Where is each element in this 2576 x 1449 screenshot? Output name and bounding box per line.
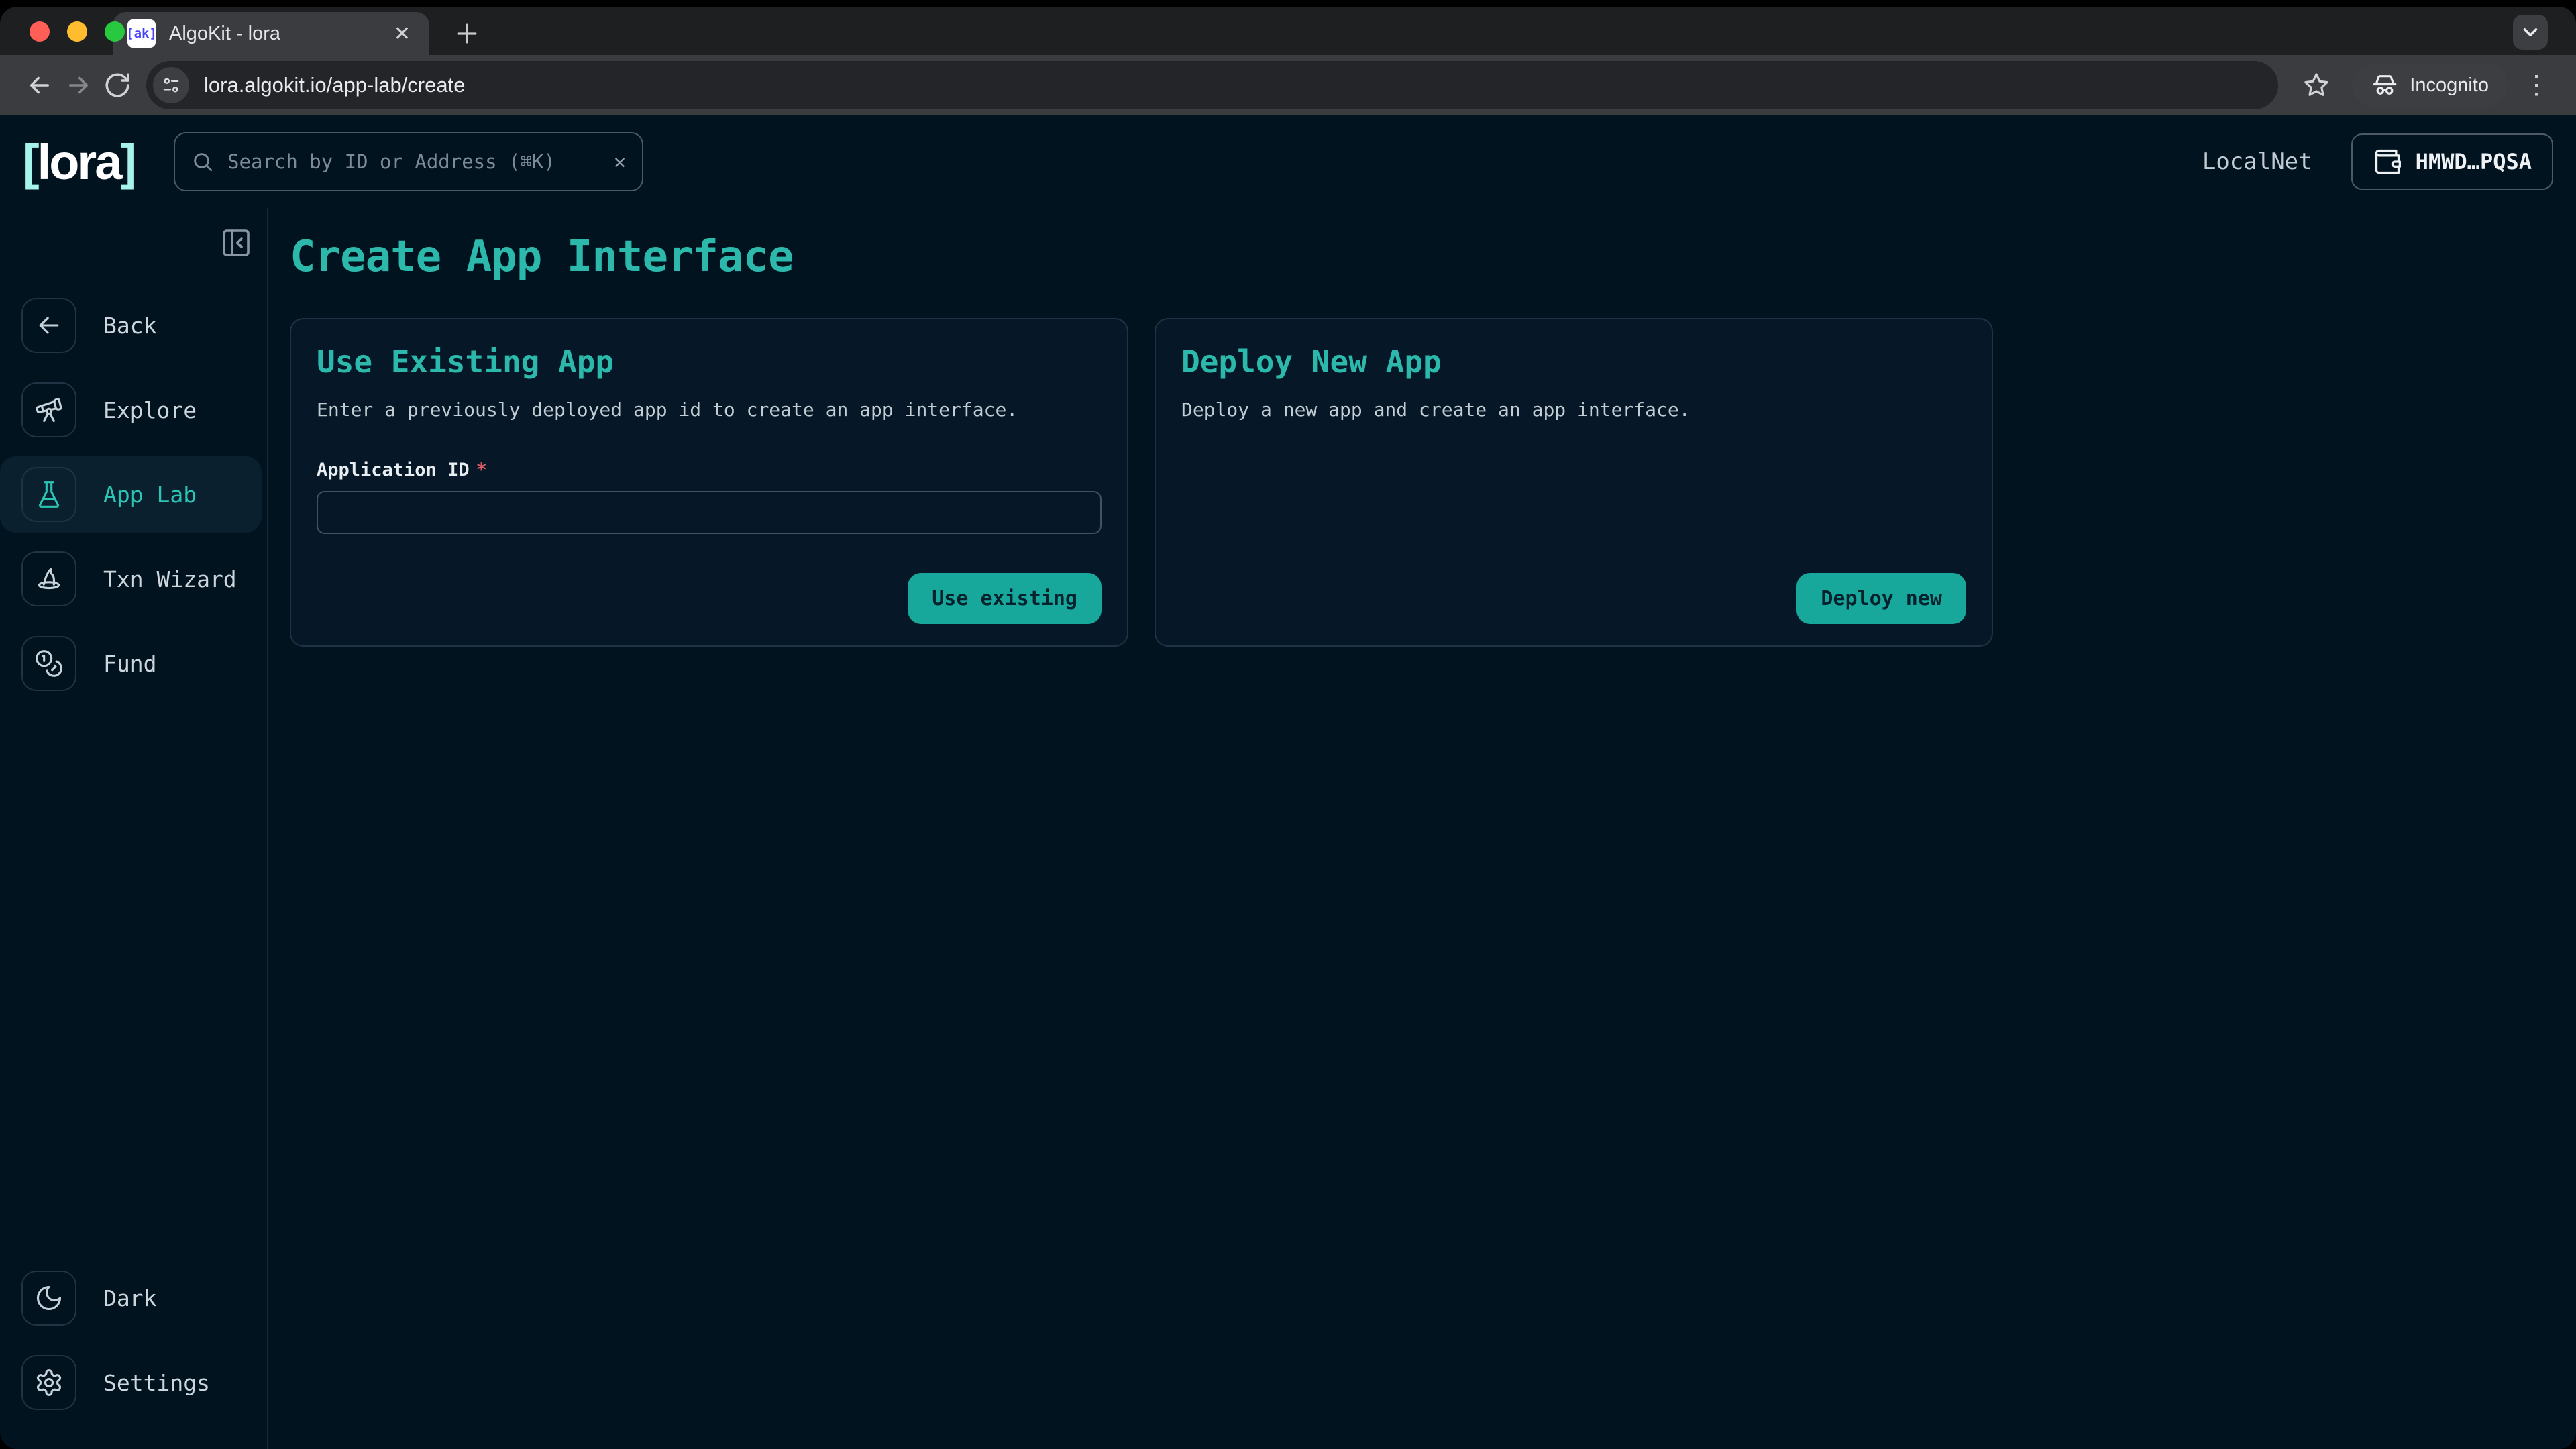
back-button[interactable] (20, 66, 59, 105)
wallet-icon (2373, 147, 2402, 176)
chevron-down-icon (2519, 21, 2542, 44)
search-clear-icon[interactable]: ✕ (614, 150, 626, 174)
sidebar-item-label: Dark (103, 1285, 156, 1311)
wizard-hat-icon (21, 551, 76, 606)
use-existing-app-card: Use Existing App Enter a previously depl… (290, 318, 1128, 647)
tab-favicon: [ak] (127, 19, 156, 48)
flask-icon (21, 467, 76, 522)
incognito-badge: Incognito (2352, 64, 2508, 107)
app-header: [lora] ✕ LocalNet HMWD…PQSA (0, 115, 2576, 208)
browser-tab[interactable]: [ak] AlgoKit - lora ✕ (113, 12, 429, 55)
card-footer: Use existing (317, 573, 1102, 624)
sidebar-item-theme-dark[interactable]: Dark (0, 1260, 262, 1336)
use-existing-button[interactable]: Use existing (908, 573, 1102, 624)
header-right: LocalNet HMWD…PQSA (2202, 133, 2553, 190)
sidebar-item-label: App Lab (103, 482, 197, 508)
logo-bracket-right: ] (120, 134, 135, 190)
lora-logo[interactable]: [lora] (23, 133, 135, 191)
lora-app: [lora] ✕ LocalNet HMWD…PQSA (0, 115, 2576, 1449)
card-footer: Deploy new (1181, 573, 1966, 624)
reload-button[interactable] (98, 66, 137, 105)
url-text[interactable]: lora.algokit.io/app-lab/create (204, 73, 465, 97)
sidebar-item-app-lab[interactable]: App Lab (0, 456, 262, 533)
tune-icon (161, 75, 181, 95)
gear-icon (21, 1355, 76, 1410)
wallet-address: HMWD…PQSA (2416, 149, 2532, 174)
bookmark-button[interactable] (2297, 66, 2336, 105)
sidebar-item-label: Back (103, 313, 156, 339)
sidebar-bottom: Dark Settings (0, 1256, 267, 1425)
page-title: Create App Interface (290, 232, 2549, 282)
sidebar: Back Explore App Lab (0, 208, 268, 1449)
browser-window: [ak] AlgoKit - lora ✕ lora.algokit.io/ap… (0, 7, 2576, 1449)
coins-icon (21, 636, 76, 691)
traffic-lights (30, 21, 125, 42)
wallet-button[interactable]: HMWD…PQSA (2351, 133, 2553, 190)
logo-text: lora (38, 134, 121, 190)
sidebar-collapse-button[interactable] (220, 227, 252, 259)
tab-close-icon[interactable]: ✕ (390, 22, 415, 46)
minimize-window-button[interactable] (67, 21, 87, 42)
arrow-left-icon (25, 71, 54, 99)
arrow-left-icon (21, 298, 76, 353)
app-body: Back Explore App Lab (0, 208, 2576, 1449)
arrow-right-icon (64, 71, 93, 99)
sidebar-nav: Back Explore App Lab (0, 283, 267, 706)
tab-title: AlgoKit - lora (169, 23, 376, 45)
reload-icon (103, 71, 131, 99)
main-content: Create App Interface Use Existing App En… (268, 208, 2576, 1449)
sidebar-item-settings[interactable]: Settings (0, 1344, 262, 1421)
card-description: Deploy a new app and create an app inter… (1181, 398, 1966, 421)
star-icon (2302, 71, 2330, 99)
deploy-new-button[interactable]: Deploy new (1796, 573, 1966, 624)
tab-search-button[interactable] (2513, 15, 2548, 50)
moon-icon (21, 1271, 76, 1326)
close-window-button[interactable] (30, 21, 50, 42)
zoom-window-button[interactable] (105, 21, 125, 42)
network-label[interactable]: LocalNet (2202, 148, 2312, 175)
incognito-label: Incognito (2410, 74, 2489, 97)
sidebar-item-label: Txn Wizard (103, 566, 237, 592)
sidebar-item-txn-wizard[interactable]: Txn Wizard (0, 541, 262, 617)
sidebar-item-fund[interactable]: Fund (0, 625, 262, 702)
sidebar-item-explore[interactable]: Explore (0, 372, 262, 448)
address-bar[interactable]: lora.algokit.io/app-lab/create (146, 61, 2278, 109)
deploy-new-app-card: Deploy New App Deploy a new app and crea… (1155, 318, 1993, 647)
plus-icon (452, 19, 482, 48)
sidebar-item-label: Explore (103, 397, 197, 423)
search-icon (191, 150, 214, 173)
sidebar-item-label: Settings (103, 1370, 210, 1396)
browser-toolbar: lora.algokit.io/app-lab/create Incognito… (0, 55, 2576, 115)
tab-strip: [ak] AlgoKit - lora ✕ (0, 7, 2576, 55)
cards-row: Use Existing App Enter a previously depl… (290, 318, 2549, 647)
new-tab-button[interactable] (452, 19, 482, 48)
application-id-input[interactable] (317, 491, 1102, 534)
incognito-icon (2371, 71, 2399, 99)
application-id-label: Application ID* (317, 460, 1102, 480)
card-title: Use Existing App (317, 343, 1102, 380)
card-title: Deploy New App (1181, 343, 1966, 380)
logo-bracket-left: [ (23, 134, 38, 190)
telescope-icon (21, 382, 76, 437)
global-search[interactable]: ✕ (174, 132, 643, 191)
browser-menu-button[interactable]: ⋮ (2517, 72, 2556, 98)
sidebar-item-back[interactable]: Back (0, 287, 262, 364)
panel-collapse-icon (220, 227, 252, 259)
forward-button[interactable] (59, 66, 98, 105)
sidebar-item-label: Fund (103, 651, 156, 677)
site-settings-button[interactable] (153, 67, 189, 103)
required-asterisk: * (476, 460, 487, 480)
search-input[interactable] (227, 150, 600, 173)
card-description: Enter a previously deployed app id to cr… (317, 398, 1102, 421)
